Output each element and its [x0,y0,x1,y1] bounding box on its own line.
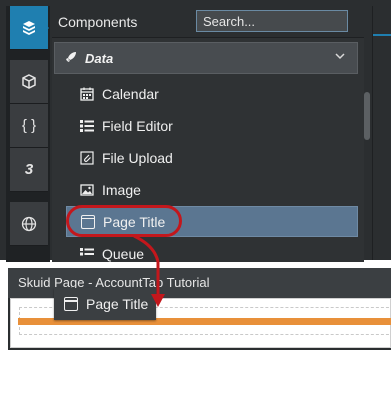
cube-stack-icon[interactable] [10,6,49,50]
panel-title: Components [58,14,138,30]
drag-ghost[interactable]: Page Title [54,288,156,320]
queue-svg [80,247,94,255]
braces-icon[interactable]: { } [10,104,48,148]
cube-stack-icon-svg [23,20,35,35]
image-icon [80,183,94,197]
cube-icon-svg [22,73,36,89]
list-svg [80,119,94,132]
group-header-data[interactable]: Data [54,42,358,74]
queue-icon [80,247,94,261]
globe-icon-svg [21,216,37,231]
rocket-icon [65,51,77,66]
list-item-label: Calendar [102,85,159,102]
search-input[interactable] [196,10,348,32]
list-item-image[interactable]: Image [66,174,358,205]
braces-glyph: { } [21,117,37,134]
list-icon [80,119,94,133]
right-panel-edge [372,6,391,260]
panel-header: Components [52,6,364,38]
scrollbar[interactable] [364,92,370,140]
chevron-down-icon[interactable] [335,52,345,63]
rocket-icon-svg [66,51,76,62]
paperclip-svg [80,150,94,165]
accent-line [373,34,391,36]
calendar-icon [80,87,94,101]
css3-icon[interactable]: 3 [10,148,48,192]
window-icon [64,297,78,311]
globe-icon[interactable] [10,202,48,246]
list-item-field-editor[interactable]: Field Editor [66,110,358,141]
list-item-file-upload[interactable]: File Upload [66,142,358,173]
sidebar-rail: { } 3 [6,6,50,262]
calendar-svg [80,87,94,101]
cube-icon[interactable] [10,60,48,104]
list-item-label: File Upload [102,149,173,166]
chevron-down-svg [335,53,345,60]
list-item-queue[interactable]: Queue [66,238,358,262]
group-label: Data [85,50,114,66]
list-item-label: Image [102,181,141,198]
paperclip-icon [80,150,94,165]
drag-ghost-label: Page Title [86,296,149,312]
callout-highlight [66,205,182,237]
list-item-calendar[interactable]: Calendar [66,78,358,109]
image-svg [80,183,94,196]
css3-glyph: 3 [24,161,34,178]
list-item-label: Field Editor [102,117,173,134]
list-item-label: Queue [102,245,145,262]
